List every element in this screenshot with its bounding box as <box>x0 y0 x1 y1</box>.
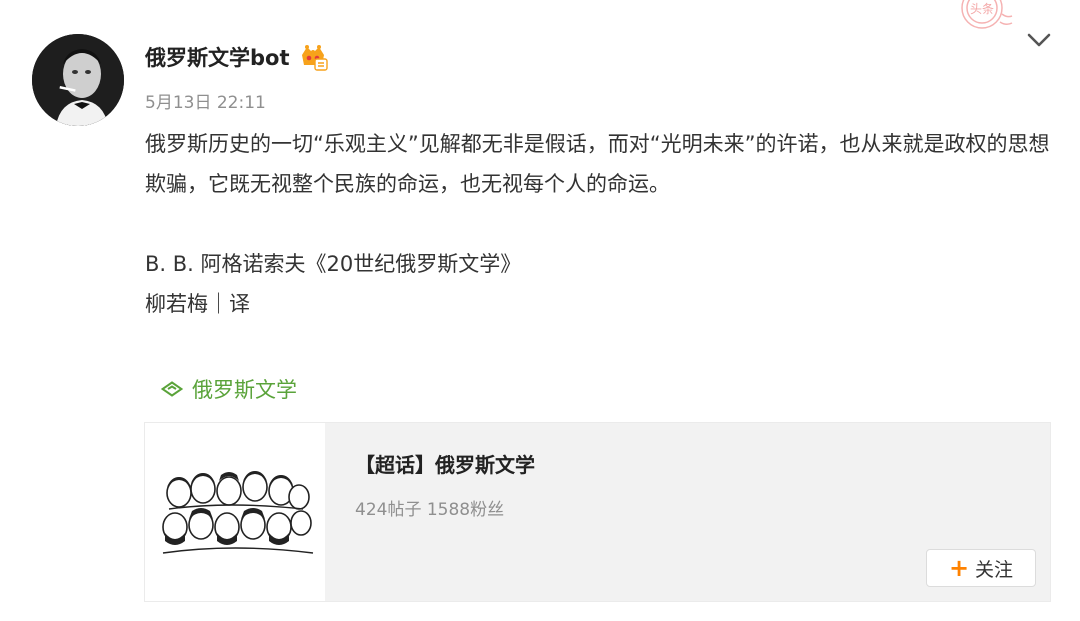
follow-label: 关注 <box>975 558 1014 581</box>
writers-portraits-illustration <box>162 471 314 554</box>
supertopic-label: 俄罗斯文学 <box>192 378 297 402</box>
supertopic-stats: 424帖子 1588粉丝 <box>355 500 505 520</box>
username[interactable]: 俄罗斯文学bot <box>145 42 290 72</box>
post-timestamp[interactable]: 5月13日 22:11 <box>145 88 266 113</box>
supertopic-cover-image[interactable] <box>145 423 325 601</box>
translator-line: 柳若梅｜译 <box>145 292 250 316</box>
supertopic-title[interactable]: 【超话】俄罗斯文学 <box>355 449 535 478</box>
supertopic-icon <box>161 381 183 397</box>
username-row: 俄罗斯文学bot <box>145 42 328 72</box>
avatar[interactable] <box>32 34 124 126</box>
source-line: B. B. 阿格诺索夫《20世纪俄罗斯文学》 <box>145 252 522 276</box>
post-body: 俄罗斯历史的一切“乐观主义”见解都无非是假话，而对“光明未来”的许诺，也从来就是… <box>145 124 1055 324</box>
plus-icon: + <box>948 554 970 582</box>
crown-badge-icon[interactable] <box>298 43 328 71</box>
headline-stamp: 头条 <box>961 0 1013 29</box>
supertopic-card[interactable]: 【超话】俄罗斯文学 424帖子 1588粉丝 + 关注 <box>144 422 1051 602</box>
supertopic-link[interactable]: 俄罗斯文学 <box>161 374 297 404</box>
post-paragraph: 俄罗斯历史的一切“乐观主义”见解都无非是假话，而对“光明未来”的许诺，也从来就是… <box>145 132 1050 196</box>
follow-button[interactable]: + 关注 <box>926 549 1036 587</box>
chevron-down-icon[interactable] <box>1024 30 1054 50</box>
stamp-text: 头条 <box>970 2 994 16</box>
author-portrait-image <box>32 34 124 126</box>
